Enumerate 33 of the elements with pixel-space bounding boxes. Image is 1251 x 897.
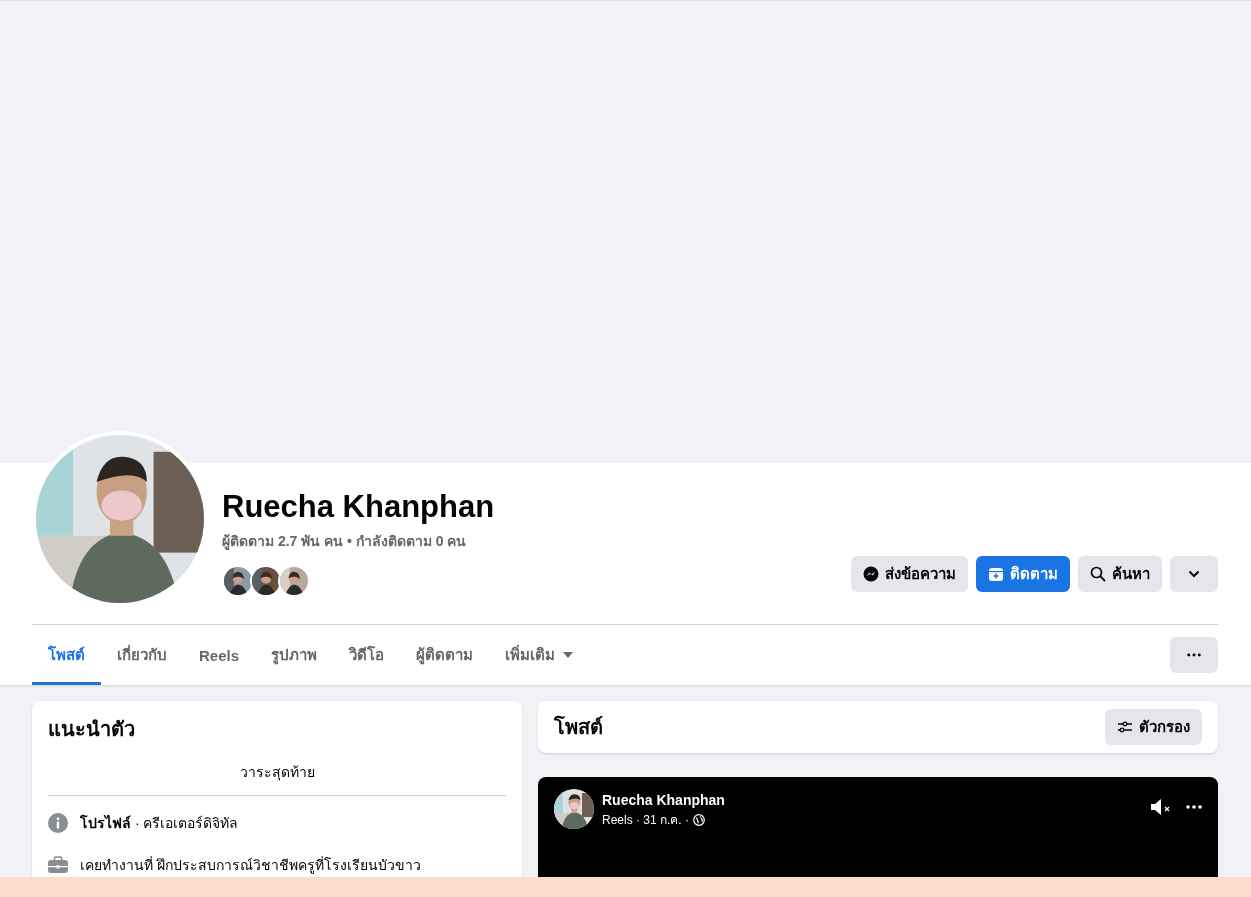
profile-tab[interactable]: โพสต์ — [32, 625, 101, 685]
message-button[interactable]: ส่งข้อความ — [851, 556, 968, 592]
messenger-icon — [863, 566, 879, 582]
more-icon[interactable] — [1186, 805, 1202, 809]
profile-tab[interactable]: เพิ่มเติม — [489, 625, 590, 685]
intro-item-text: เคยทำงานที่ ฝึกประสบการณ์วิชาชีพครูที่โรงเรียนบัวขาว — [80, 855, 421, 876]
muted-speaker-icon[interactable] — [1150, 797, 1172, 817]
intro-title: แนะนำตัว — [48, 717, 136, 742]
profile-tab[interactable]: ผู้ติดตาม — [400, 625, 490, 685]
author-name[interactable]: Ruecha Khanphan — [602, 792, 725, 808]
profile-tab[interactable]: เกี่ยวกับ — [101, 625, 183, 685]
profile-name: Ruecha Khanphan — [222, 488, 495, 526]
author-avatar[interactable] — [554, 789, 594, 829]
more-icon — [1187, 653, 1201, 657]
briefcase-icon — [48, 855, 68, 875]
filter-icon — [1117, 719, 1133, 735]
follower-stats[interactable]: ผู้ติดตาม 2.7 พัน คน • กำลังติดตาม 0 คน — [222, 530, 495, 552]
info-icon — [48, 813, 68, 833]
follow-button[interactable]: ติดตาม — [976, 556, 1070, 592]
search-icon — [1090, 566, 1106, 582]
search-button[interactable]: ค้นหา — [1078, 556, 1162, 592]
profile-tab[interactable]: รูปภาพ — [255, 625, 334, 685]
posts-title: โพสต์ — [554, 714, 603, 740]
globe-icon — [693, 813, 706, 826]
post-meta: Reels · 31 ก.ค. · — [602, 812, 690, 829]
follower-avatar[interactable] — [250, 565, 282, 597]
profile-tab[interactable]: วิดีโอ — [333, 625, 401, 685]
profile-tab[interactable]: Reels — [183, 625, 256, 685]
intro-item-text: โปรไฟล์ · ครีเอเตอร์ดิจิทัล — [80, 813, 239, 833]
follow-icon — [988, 566, 1004, 582]
filter-button[interactable]: ตัวกรอง — [1105, 709, 1202, 745]
bio-text: วาระสุดท้าย — [238, 763, 316, 783]
chevron-down-icon — [1188, 570, 1200, 578]
